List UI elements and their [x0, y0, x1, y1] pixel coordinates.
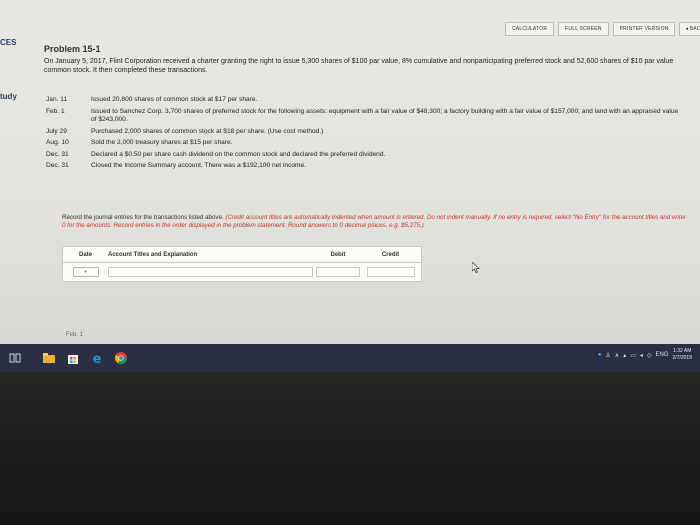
- transaction-date: Jan. 11: [46, 96, 68, 103]
- back-button[interactable]: ◂ BACK: [679, 22, 700, 36]
- clock-date: 2/7/2018: [672, 355, 692, 361]
- transaction-date: Dec. 31: [46, 162, 69, 169]
- instructions: Record the journal entries for the trans…: [62, 214, 687, 230]
- sidebar-tab-study[interactable]: tudy: [0, 92, 17, 101]
- transaction-row: Aug. 10 Sold the 2,000 treasury shares a…: [46, 139, 686, 148]
- transaction-text: Issued 20,800 shares of common stock at …: [91, 96, 258, 103]
- transaction-date: Aug. 10: [46, 139, 69, 146]
- mouse-cursor-icon: [471, 261, 482, 274]
- problem-intro: On January 5, 2017, Flint Corporation re…: [44, 58, 674, 74]
- transactions-list: Jan. 11 Issued 20,800 shares of common s…: [46, 96, 686, 174]
- transaction-row: July 29 Purchased 2,000 shares of common…: [46, 128, 686, 137]
- transaction-date: Dec. 31: [46, 150, 69, 158]
- network-icon[interactable]: ▴: [623, 352, 626, 359]
- journal-col-credit: Credit: [381, 251, 400, 258]
- person-icon[interactable]: ♙: [605, 352, 610, 359]
- people-icon[interactable]: ●: [598, 352, 602, 358]
- next-entry-label: Feb. 1: [66, 332, 84, 338]
- transaction-text: Sold the 2,000 treasury shares at $15 pe…: [91, 139, 233, 146]
- full-screen-button[interactable]: FULL SCREEN: [558, 22, 609, 36]
- transaction-row: Dec. 31 Declared a $0.50 per share cash …: [46, 151, 686, 160]
- journal-col-debit: Debit: [330, 251, 346, 258]
- language-indicator[interactable]: ENG: [656, 352, 669, 358]
- chrome-icon[interactable]: [114, 351, 128, 365]
- problem-toolbar: CALCULATOR FULL SCREEN PRINTER VERSION ◂…: [505, 22, 700, 36]
- journal-col-account: Account Titles and Explanation: [108, 251, 198, 258]
- account-title-input[interactable]: [108, 267, 313, 277]
- transaction-text: Issued to Sanchez Corp. 3,700 shares of …: [91, 107, 679, 124]
- windows-taskbar: e ● ♙ ∧ ▴ ▭ ◂ ◇ ENG 1:32 AM 2/7/2018: [0, 344, 700, 372]
- sidebar-tab-top[interactable]: CES: [0, 38, 16, 47]
- journal-col-date: Date: [78, 251, 92, 258]
- browser-screen: CES tudy CALCULATOR FULL SCREEN PRINTER …: [0, 0, 700, 372]
- journal-header-row: Date Account Titles and Explanation Debi…: [63, 247, 421, 263]
- transaction-row: Feb. 1 Issued to Sanchez Corp. 3,700 sha…: [46, 108, 686, 125]
- journal-row: ▾: [63, 263, 421, 281]
- svg-text:e: e: [93, 352, 102, 365]
- battery-icon[interactable]: ▭: [630, 352, 636, 359]
- transaction-text: Purchased 2,000 shares of common stock a…: [91, 127, 324, 135]
- edge-browser-icon[interactable]: e: [90, 351, 104, 365]
- credit-input[interactable]: [367, 267, 415, 277]
- system-tray: ● ♙ ∧ ▴ ▭ ◂ ◇ ENG 1:32 AM 2/7/2018: [598, 348, 692, 362]
- laptop-bezel: [0, 372, 700, 525]
- transaction-date: July 29: [46, 127, 67, 135]
- file-explorer-icon[interactable]: [42, 351, 56, 365]
- clock[interactable]: 1:32 AM 2/7/2018: [673, 348, 692, 362]
- clock-time: 1:32 AM: [673, 348, 692, 354]
- chevron-down-icon: ▾: [84, 269, 87, 275]
- store-icon[interactable]: [66, 351, 80, 365]
- instructions-text: Record the journal entries for the trans…: [62, 214, 224, 221]
- task-view-icon[interactable]: [6, 351, 24, 365]
- debit-input[interactable]: [316, 267, 360, 277]
- action-center-icon[interactable]: ◇: [647, 352, 652, 359]
- transaction-date: Feb. 1: [46, 107, 65, 115]
- journal-date-cell: ▾: [63, 267, 108, 277]
- problem-header: Problem 15-1 On January 5, 2017, Flint C…: [44, 44, 694, 75]
- date-dropdown[interactable]: ▾: [72, 267, 99, 277]
- transaction-row: Jan. 11 Issued 20,800 shares of common s…: [46, 96, 686, 105]
- transaction-text: Closed the Income Summary account. There…: [91, 162, 307, 169]
- transaction-row: Dec. 31 Closed the Income Summary accoun…: [46, 162, 686, 171]
- chevron-up-icon[interactable]: ∧: [615, 352, 619, 359]
- problem-title: Problem 15-1: [44, 44, 101, 54]
- printer-version-button[interactable]: PRINTER VERSION: [612, 22, 676, 36]
- calculator-button[interactable]: CALCULATOR: [505, 22, 555, 36]
- transaction-text: Declared a $0.50 per share cash dividend…: [91, 150, 386, 158]
- volume-icon[interactable]: ◂: [640, 352, 643, 359]
- journal-entry-table: Date Account Titles and Explanation Debi…: [62, 246, 422, 282]
